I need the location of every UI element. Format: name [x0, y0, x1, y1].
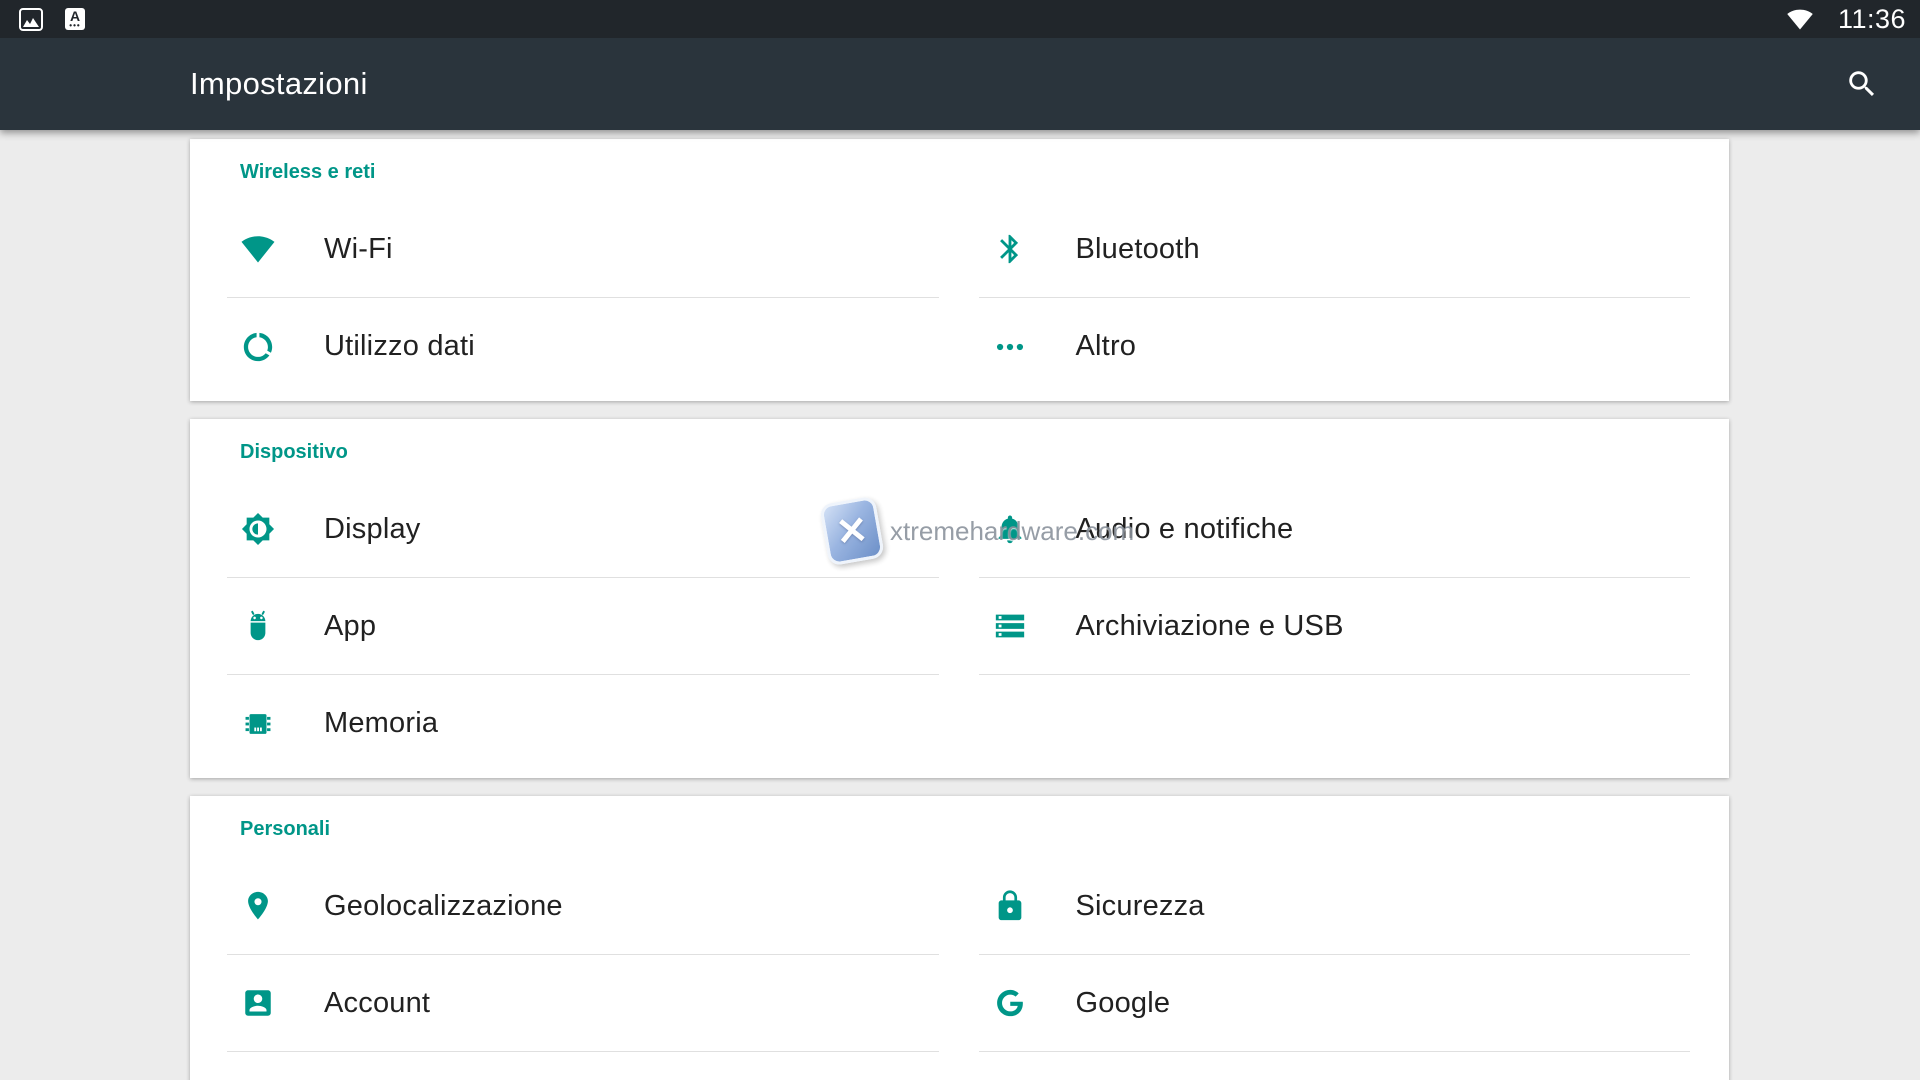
display-brightness-icon	[241, 512, 275, 546]
settings-item-bluetooth[interactable]: Bluetooth	[979, 201, 1691, 298]
status-bar: A ••• 11:36	[0, 0, 1920, 38]
page-title: Impostazioni	[190, 66, 368, 102]
settings-item-google[interactable]: Google	[979, 955, 1691, 1052]
mountain-glyph	[23, 17, 39, 27]
status-notification-icons: A •••	[19, 8, 85, 31]
settings-row: Account Google	[227, 955, 1690, 1052]
settings-item-label: App	[324, 610, 376, 643]
settings-item-label: Sicurezza	[1076, 890, 1205, 923]
settings-item-app[interactable]: App	[227, 578, 939, 675]
search-icon[interactable]	[1840, 62, 1884, 106]
settings-item-label: Geolocalizzazione	[324, 890, 563, 923]
settings-item-altro[interactable]: Altro	[979, 298, 1691, 395]
settings-item-geolocalizzazione[interactable]: Geolocalizzazione	[227, 858, 939, 955]
settings-item-wifi[interactable]: Wi-Fi	[227, 201, 939, 298]
wifi-status-icon	[1786, 8, 1814, 30]
settings-row: App Archiviazione e USB	[227, 578, 1690, 675]
clock-time: 11:36	[1838, 4, 1906, 35]
settings-item-label: Altro	[1076, 330, 1137, 363]
settings-item-account[interactable]: Account	[227, 955, 939, 1052]
wifi-icon	[241, 232, 275, 266]
settings-item-lingua[interactable]	[227, 1052, 939, 1080]
memory-chip-icon	[241, 707, 275, 741]
app-bar: Impostazioni	[0, 38, 1920, 130]
more-options-icon	[993, 330, 1027, 364]
settings-list: Wireless e reti Wi-Fi Bluetooth	[0, 130, 1920, 1080]
settings-item-utilizzo-dati[interactable]: Utilizzo dati	[227, 298, 939, 395]
settings-item-label: Google	[1076, 987, 1171, 1020]
settings-item-label: Utilizzo dati	[324, 330, 475, 363]
settings-row: Wi-Fi Bluetooth	[227, 201, 1690, 298]
settings-row: Display Audio e notifiche	[227, 481, 1690, 578]
settings-item-memoria[interactable]: Memoria	[227, 675, 939, 772]
app-a-notification-icon: A •••	[65, 8, 85, 30]
settings-item-label: Account	[324, 987, 430, 1020]
photo-notification-icon	[19, 8, 43, 31]
settings-item-label: Memoria	[324, 707, 438, 740]
settings-row: Utilizzo dati Altro	[227, 298, 1690, 395]
settings-row	[227, 1052, 1690, 1080]
section-title-dispositivo: Dispositivo	[240, 437, 1729, 467]
settings-item-label: Display	[324, 513, 421, 546]
card-dispositivo: Dispositivo Display Audio e notifiche	[190, 419, 1729, 778]
bluetooth-icon	[993, 232, 1027, 266]
settings-item-archiviazione-e-usb[interactable]: Archiviazione e USB	[979, 578, 1691, 675]
card-wireless-e-reti: Wireless e reti Wi-Fi Bluetooth	[190, 139, 1729, 401]
settings-item-sicurezza[interactable]: Sicurezza	[979, 858, 1691, 955]
location-pin-icon	[241, 889, 275, 923]
notification-dots: •••	[69, 23, 80, 28]
settings-item-audio-e-notifiche[interactable]: Audio e notifiche	[979, 481, 1691, 578]
settings-item-label: Audio e notifiche	[1076, 513, 1294, 546]
settings-item-label: Wi-Fi	[324, 233, 393, 266]
card-personali: Personali Geolocalizzazione Sicurezza	[190, 796, 1729, 1080]
section-title-personali: Personali	[240, 814, 1729, 844]
android-apps-icon	[241, 609, 275, 643]
account-person-icon	[241, 986, 275, 1020]
section-title-wireless: Wireless e reti	[240, 157, 1729, 187]
notifications-bell-icon	[993, 512, 1027, 546]
settings-item-label: Bluetooth	[1076, 233, 1200, 266]
data-usage-icon	[241, 330, 275, 364]
settings-item-label: Archiviazione e USB	[1076, 610, 1344, 643]
settings-row: Geolocalizzazione Sicurezza	[227, 858, 1690, 955]
settings-row: Memoria	[227, 675, 1690, 772]
google-g-icon	[993, 986, 1027, 1020]
settings-item-display[interactable]: Display	[227, 481, 939, 578]
lock-icon	[993, 889, 1027, 923]
storage-usb-icon	[993, 609, 1027, 643]
